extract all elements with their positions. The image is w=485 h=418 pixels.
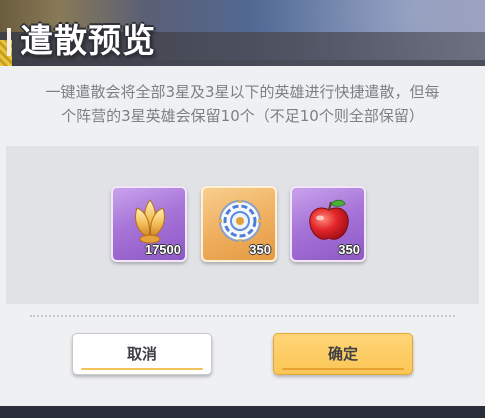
item-count: 17500 [144,242,181,257]
golden-tulip-icon [135,199,165,244]
reward-item-rune[interactable]: 350 [201,186,277,262]
bottom-background [0,406,485,418]
rune-disc-icon [217,198,263,244]
dialog-title: 遣散预览 [20,21,156,60]
dismiss-description: 一键遣散会将全部3星及3星以下的英雄进行快捷遣散，但每个阵营的3星英雄会保留10… [45,83,440,125]
item-count: 350 [249,242,271,257]
reward-item-tulip[interactable]: 17500 [111,186,187,262]
reward-item-apple[interactable]: 350 [290,186,366,262]
header-bar-mark [7,28,11,56]
item-count: 350 [338,242,360,257]
dotted-divider [30,315,455,317]
cancel-button[interactable]: 取消 [72,333,212,375]
red-apple-icon [309,199,349,240]
confirm-button[interactable]: 确定 [273,333,413,375]
